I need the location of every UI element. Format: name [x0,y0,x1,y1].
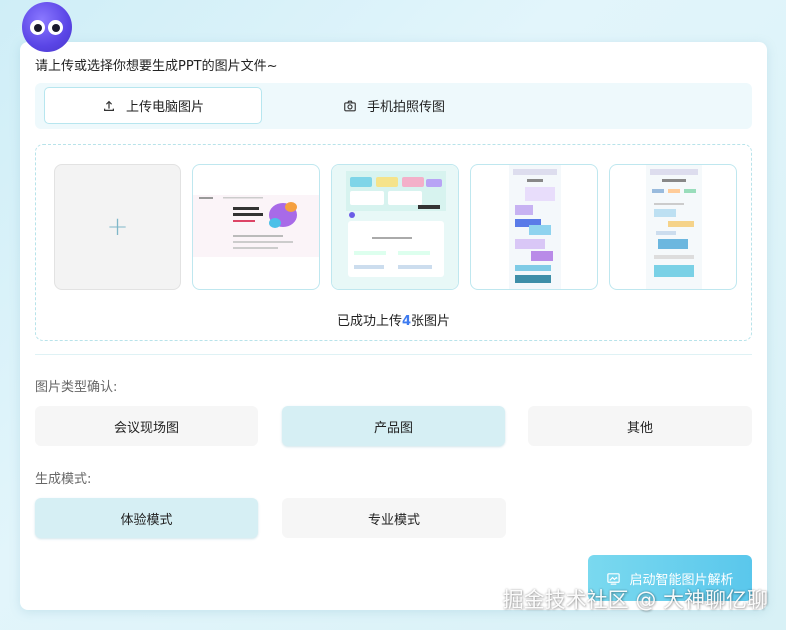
mascot-eye-left [30,20,45,35]
image-type-option-product[interactable]: 产品图 [282,406,505,446]
image-type-option-meeting[interactable]: 会议现场图 [35,406,258,446]
upload-count: 4 [401,314,412,329]
upload-source-tabs: 上传电脑图片 手机拍照传图 [35,83,752,129]
mode-option-experience[interactable]: 体验模式 [35,498,258,538]
upload-prompt: 请上传或选择你想要生成PPT的图片文件~ [35,59,278,74]
watermark-text: 掘金技术社区 @ 大神聊亿聊 [502,588,768,612]
section-divider [35,354,752,355]
mascot-avatar [22,2,72,52]
tab-phone-photo[interactable]: 手机拍照传图 [285,87,503,124]
mode-option-professional[interactable]: 专业模式 [282,498,506,538]
upload-card: 请上传或选择你想要生成PPT的图片文件~ 上传电脑图片 手机拍照传图 + 已成功… [20,42,767,610]
upload-status-suffix: 张图片 [411,314,451,329]
uploaded-image-thumbnail[interactable] [192,164,320,290]
uploaded-image-thumbnail[interactable] [331,164,459,290]
upload-dropzone[interactable]: + 已成功上传4张图片 [35,144,752,341]
add-image-button[interactable]: + [54,164,181,290]
upload-icon [103,100,114,111]
image-type-option-other[interactable]: 其他 [528,406,752,446]
upload-status-prefix: 已成功上传 [336,314,402,329]
camera-icon [344,100,356,111]
plus-icon: + [106,212,129,242]
mode-label: 生成模式: [35,472,92,487]
mascot-eye-right [48,20,63,35]
upload-status-text: 已成功上传4张图片 [36,310,751,329]
uploaded-image-thumbnail[interactable] [609,164,737,290]
tab-label: 手机拍照传图 [366,100,445,115]
uploaded-image-thumbnail[interactable] [470,164,598,290]
tab-label: 上传电脑图片 [125,100,204,115]
image-type-label: 图片类型确认: [35,380,118,395]
tab-upload-from-computer[interactable]: 上传电脑图片 [44,87,262,124]
